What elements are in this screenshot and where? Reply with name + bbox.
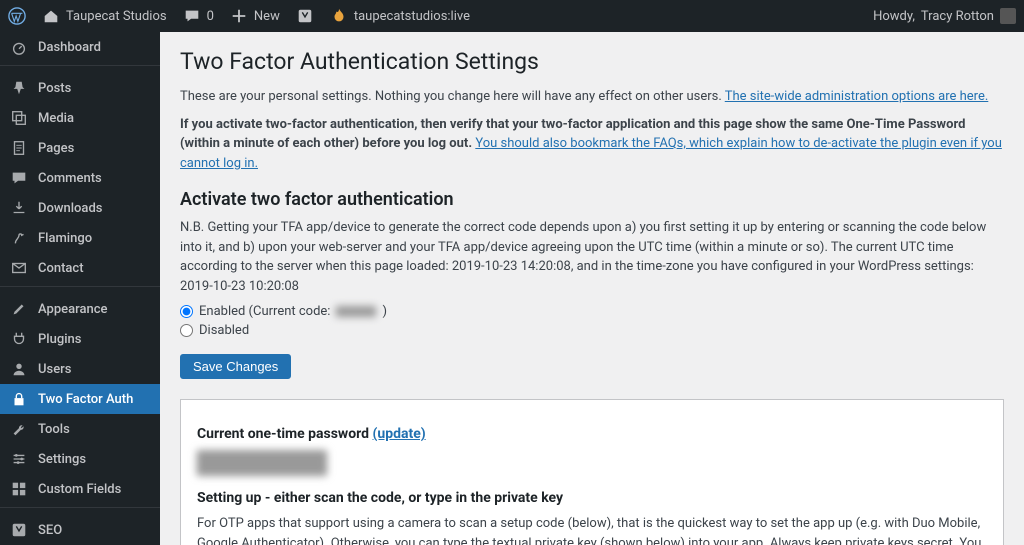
disabled-radio-row[interactable]: Disabled: [180, 323, 1004, 338]
user-icon: [10, 360, 28, 378]
wrench-icon: [10, 420, 28, 438]
download-icon: [10, 199, 28, 217]
sidebar-item-media[interactable]: Media: [0, 103, 160, 133]
plus-icon: [230, 7, 248, 25]
new-content-link[interactable]: New: [222, 0, 288, 32]
sidebar-item-downloads[interactable]: Downloads: [0, 193, 160, 223]
sidebar-item-pages[interactable]: Pages: [0, 133, 160, 163]
sidebar-item-label: Posts: [38, 81, 71, 96]
site-name-link[interactable]: Taupecat Studios: [34, 0, 175, 32]
mail-icon: [10, 259, 28, 277]
admin-bar: Taupecat Studios 0 New taupecatstudios:l…: [0, 0, 1024, 32]
page-title: Two Factor Authentication Settings: [180, 42, 1004, 79]
otp-heading-label: Current one-time password: [197, 426, 369, 442]
sidebar-item-label: Contact: [38, 261, 84, 276]
enabled-label: Enabled (Current code:: [199, 304, 330, 319]
sidebar-item-tools[interactable]: Tools: [0, 414, 160, 444]
sidebar-item-posts[interactable]: Posts: [0, 73, 160, 103]
yoast-link[interactable]: [288, 0, 322, 32]
sidebar-item-label: Settings: [38, 452, 86, 467]
lock-icon: [10, 390, 28, 408]
sidebar-item-comments[interactable]: Comments: [0, 163, 160, 193]
sidebar-item-settings[interactable]: Settings: [0, 444, 160, 474]
wp-logo[interactable]: [0, 0, 34, 32]
comment-icon: [183, 7, 201, 25]
flamingo-icon: [10, 229, 28, 247]
menu-separator: [0, 507, 160, 512]
sidebar-item-seo[interactable]: SEO: [0, 515, 160, 545]
env-label: taupecatstudios:live: [354, 9, 470, 24]
admin-sidebar: Dashboard Posts Media Pages Comments Download…: [0, 32, 160, 545]
media-icon: [10, 109, 28, 127]
sidebar-item-users[interactable]: Users: [0, 354, 160, 384]
page-icon: [10, 139, 28, 157]
yoast-icon: [296, 7, 314, 25]
current-code-redacted: [336, 306, 376, 317]
sidebar-item-plugins[interactable]: Plugins: [0, 324, 160, 354]
activate-nb: N.B. Getting your TFA app/device to gene…: [180, 218, 1004, 296]
intro-text: These are your personal settings. Nothin…: [180, 89, 725, 104]
sidebar-item-two-factor-auth[interactable]: Two Factor Auth: [0, 384, 160, 414]
plug-icon: [10, 330, 28, 348]
tfa-disabled-radio[interactable]: [180, 324, 193, 337]
sidebar-item-custom-fields[interactable]: Custom Fields: [0, 474, 160, 504]
menu-separator: [0, 65, 160, 70]
sitewide-options-link[interactable]: The site-wide administration options are…: [725, 89, 989, 104]
activate-heading: Activate two factor authentication: [180, 189, 1004, 210]
sidebar-item-label: Tools: [38, 422, 70, 437]
env-indicator[interactable]: taupecatstudios:live: [322, 0, 478, 32]
sidebar-item-label: Appearance: [38, 302, 107, 317]
avatar: [1000, 8, 1016, 24]
brush-icon: [10, 300, 28, 318]
setup-body: For OTP apps that support using a camera…: [197, 514, 987, 545]
sidebar-item-label: Users: [38, 362, 71, 377]
enabled-label-suffix: ): [382, 304, 387, 319]
home-icon: [42, 7, 60, 25]
otp-card: Current one-time password (update) Setti…: [180, 399, 1004, 545]
otp-update-link[interactable]: (update): [372, 426, 425, 442]
tfa-enabled-radio[interactable]: [180, 305, 193, 318]
sidebar-item-label: Dashboard: [38, 40, 101, 55]
otp-heading: Current one-time password (update): [197, 426, 987, 442]
seo-icon: [10, 521, 28, 539]
comment-icon: [10, 169, 28, 187]
flame-icon: [330, 7, 348, 25]
wordpress-icon: [8, 7, 26, 25]
sidebar-item-appearance[interactable]: Appearance: [0, 294, 160, 324]
howdy-account[interactable]: Howdy, Tracy Rotton: [865, 0, 1024, 32]
intro-paragraph: These are your personal settings. Nothin…: [180, 87, 1004, 107]
warning-paragraph: If you activate two-factor authenticatio…: [180, 115, 1004, 174]
sidebar-item-dashboard[interactable]: Dashboard: [0, 32, 160, 62]
sidebar-item-label: Custom Fields: [38, 482, 121, 497]
pin-icon: [10, 79, 28, 97]
menu-separator: [0, 286, 160, 291]
sidebar-item-label: Pages: [38, 141, 74, 156]
sidebar-item-label: Media: [38, 111, 74, 126]
sidebar-item-label: SEO: [38, 523, 62, 538]
disabled-label: Disabled: [199, 323, 249, 338]
main-content: Two Factor Authentication Settings These…: [160, 32, 1024, 545]
grid-icon: [10, 480, 28, 498]
sidebar-item-label: Two Factor Auth: [38, 392, 133, 407]
howdy-prefix: Howdy,: [873, 9, 915, 24]
sidebar-item-contact[interactable]: Contact: [0, 253, 160, 283]
sidebar-item-label: Plugins: [38, 332, 81, 347]
site-name-label: Taupecat Studios: [66, 9, 167, 24]
sliders-icon: [10, 450, 28, 468]
howdy-user: Tracy Rotton: [921, 9, 994, 24]
comments-count: 0: [207, 9, 214, 24]
enabled-radio-row[interactable]: Enabled (Current code: ): [180, 304, 1004, 319]
setup-heading: Setting up - either scan the code, or ty…: [197, 490, 987, 506]
sidebar-item-label: Flamingo: [38, 231, 92, 246]
sidebar-item-label: Downloads: [38, 201, 102, 216]
sidebar-item-flamingo[interactable]: Flamingo: [0, 223, 160, 253]
new-label: New: [254, 9, 280, 24]
sidebar-item-label: Comments: [38, 171, 102, 186]
save-button[interactable]: Save Changes: [180, 354, 291, 379]
gauge-icon: [10, 38, 28, 56]
comments-link[interactable]: 0: [175, 0, 222, 32]
otp-value-redacted: [197, 450, 327, 476]
